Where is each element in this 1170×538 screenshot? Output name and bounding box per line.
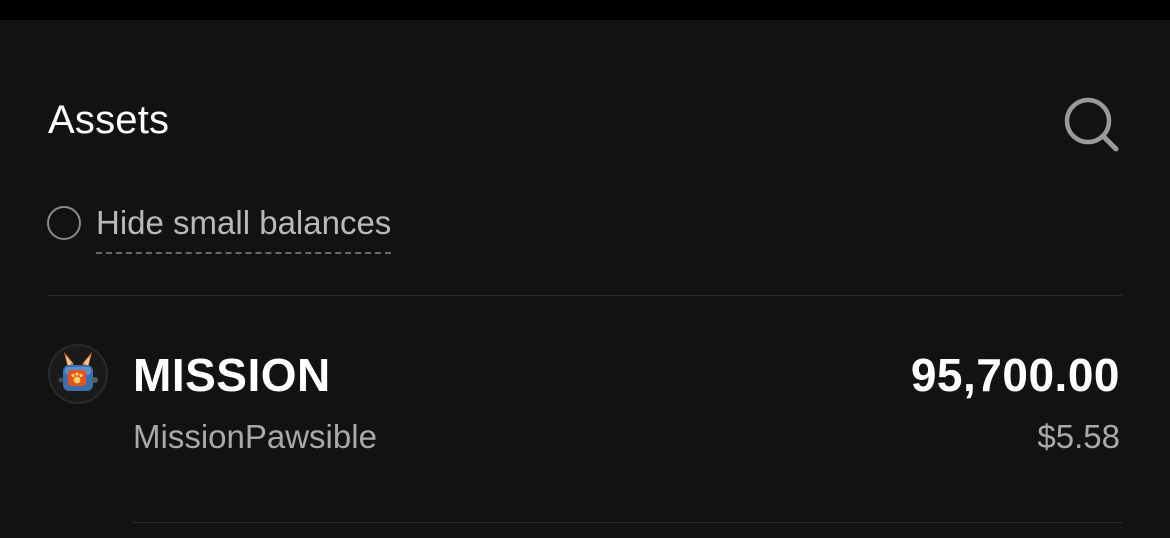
asset-amount: 95,700.00 — [910, 349, 1120, 401]
page-title: Assets — [48, 98, 170, 142]
hide-small-balances-radio[interactable] — [47, 206, 81, 240]
asset-row[interactable]: MISSION MissionPawsible 95,700.00 $5.58 — [0, 330, 1170, 490]
asset-value: $5.58 — [1037, 418, 1120, 455]
divider — [48, 295, 1122, 296]
asset-name: MissionPawsible — [133, 418, 377, 455]
status-bar-edge — [0, 0, 1170, 20]
search-button[interactable] — [1060, 94, 1120, 154]
asset-symbol: MISSION — [133, 349, 331, 401]
divider — [133, 522, 1122, 523]
hide-small-balances-toggle[interactable]: Hide small balances — [47, 204, 392, 256]
mission-pawsible-token-icon — [48, 344, 108, 404]
search-icon — [1064, 97, 1119, 152]
hide-small-balances-label[interactable]: Hide small balances — [96, 204, 392, 254]
